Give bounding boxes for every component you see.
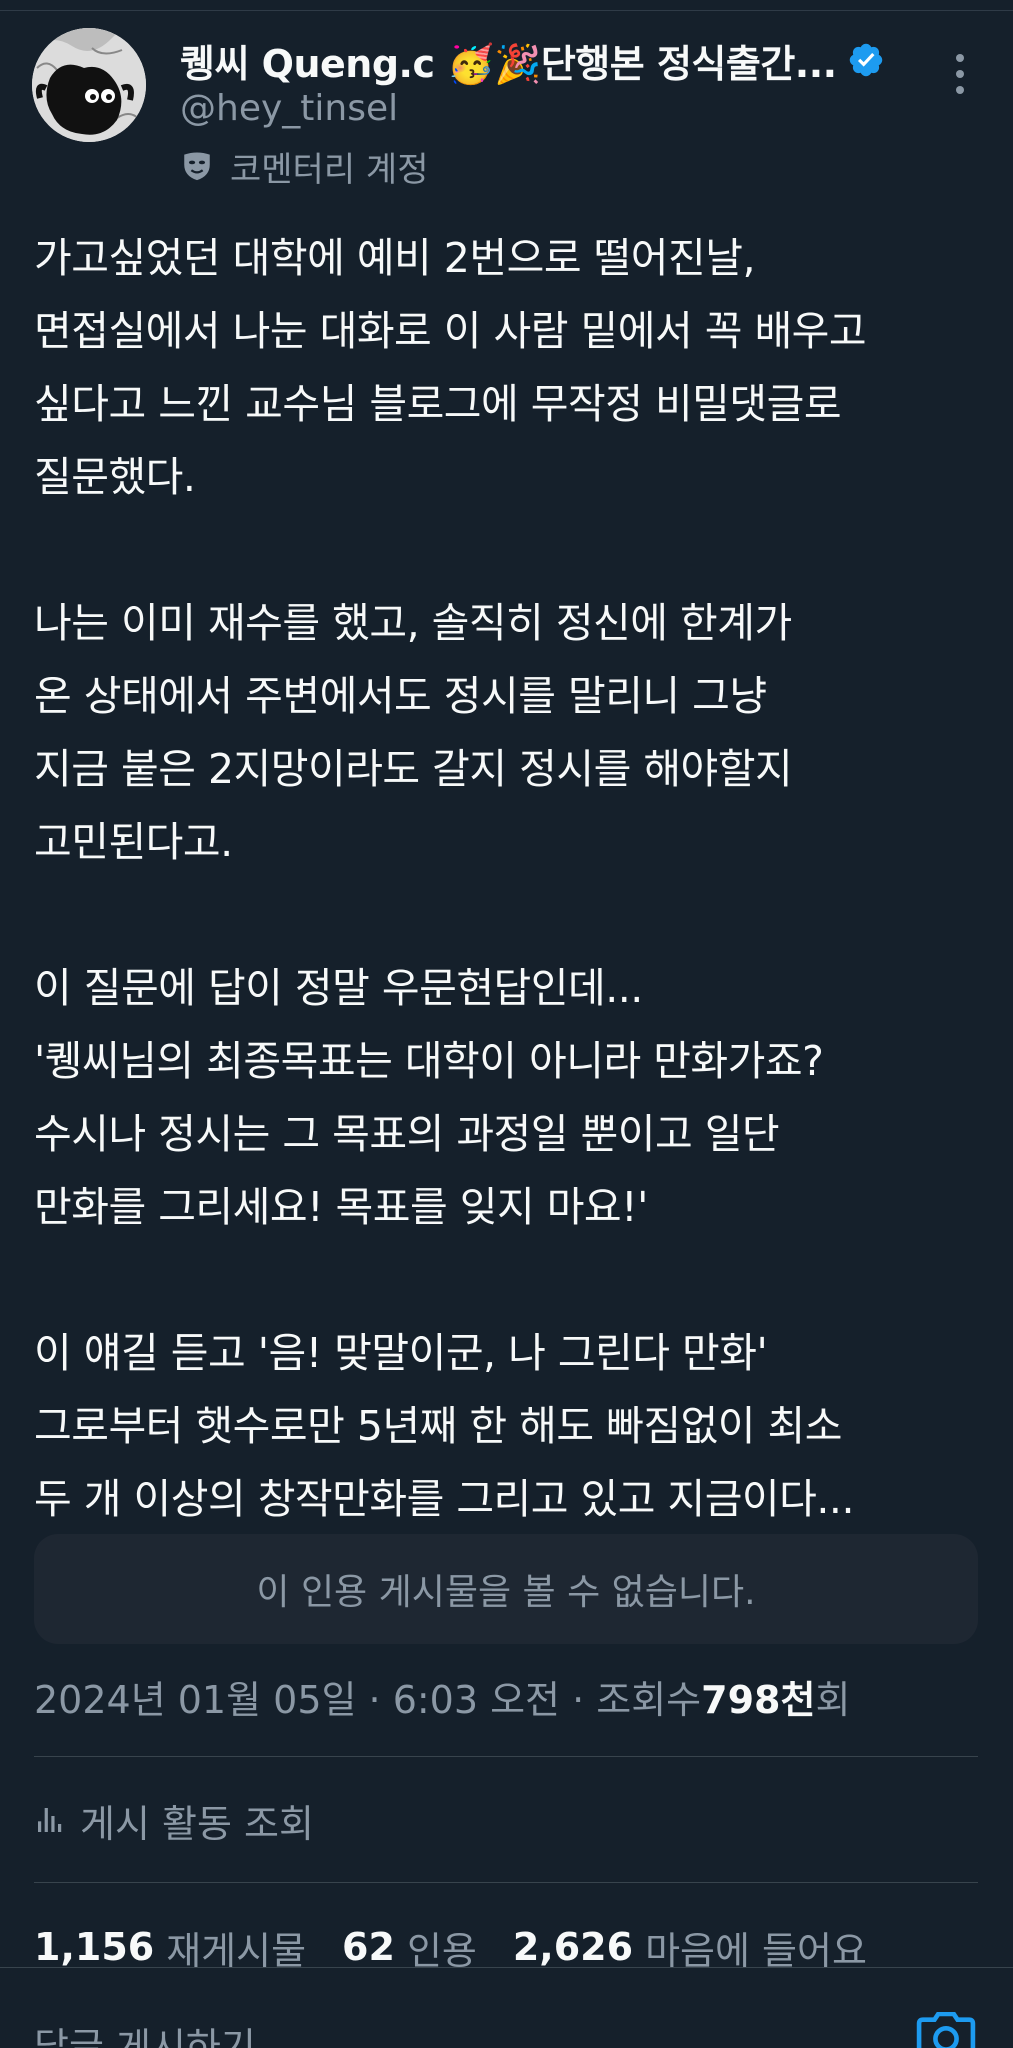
tweet-paragraph: 이 질문에 답이 정말 우문현답인데... '퀭씨님의 최종목표는 대학이 아니… [34, 952, 994, 1244]
account-label-text: 코멘터리 계정 [230, 149, 429, 190]
quote-unavailable-text: 이 인용 게시물을 볼 수 없습니다. [256, 1572, 756, 1613]
tweet-line: 나는 이미 재수를 했고, 솔직히 정신에 한계가 [34, 599, 792, 647]
commentary-account-label: 코멘터리 계정 [180, 142, 429, 190]
tweet-line: 만화를 그리세요! 목표를 잊지 마요!' [34, 1183, 648, 1231]
camera-icon[interactable] [916, 2012, 976, 2048]
view-count: 798천 [701, 1677, 816, 1722]
tweet-timestamp[interactable]: 2024년 01월 05일 · 6:03 오전 · 조회수 [34, 1669, 701, 1724]
tweet-paragraph: 나는 이미 재수를 했고, 솔직히 정신에 한계가 온 상태에서 주변에서도 정… [34, 587, 994, 879]
tweet-text: 가고싶었던 대학에 예비 2번으로 떨어진날, 면접실에서 나눈 대화로 이 사… [34, 222, 994, 1536]
tweet-line: 수시나 정시는 그 목표의 과정일 뿐이고 일단 [34, 1110, 780, 1158]
reply-bar: 답글 게시하기 [0, 1967, 1013, 2048]
tweet-line: 고민된다고. [34, 818, 233, 866]
author-display-name[interactable]: 퀭씨 Queng.c 🥳🎉단행본 정식출간... [180, 33, 837, 88]
verified-badge-icon [849, 43, 882, 77]
tweet-line: 이 질문에 답이 정말 우문현답인데... [34, 964, 643, 1012]
avatar[interactable] [32, 28, 146, 142]
author-handle[interactable]: @hey_tinsel [180, 88, 398, 129]
tweet-meta[interactable]: 2024년 01월 05일 · 6:03 오전 · 조회수 798천 회 [34, 1668, 850, 1724]
view-count-suffix: 회 [815, 1677, 851, 1722]
tweet-line: 지금 붙은 2지망이라도 갈지 정시를 해야할지 [34, 745, 793, 793]
activity-label: 게시 활동 조회 [80, 1801, 314, 1846]
tweet-paragraph: 가고싶었던 대학에 예비 2번으로 떨어진날, 면접실에서 나눈 대화로 이 사… [34, 222, 994, 514]
more-vertical-icon [956, 54, 964, 62]
reply-input[interactable]: 답글 게시하기 [34, 2016, 256, 2048]
divider [34, 1882, 978, 1883]
tweet-line: 온 상태에서 주변에서도 정시를 말리니 그냥 [34, 672, 767, 720]
mask-icon [184, 152, 210, 181]
repost-count[interactable]: 1,156 [34, 1925, 154, 1969]
like-count[interactable]: 2,626 [513, 1925, 633, 1969]
quote-count[interactable]: 62 [342, 1925, 395, 1969]
author-name-row[interactable]: 퀭씨 Queng.c 🥳🎉단행본 정식출간... [180, 30, 885, 90]
tweet-paragraph: 이 얘길 듣고 '음! 맞말이군, 나 그린다 만화' 그로부터 햇수로만 5년… [34, 1317, 994, 1536]
tweet-line: 질문했다. [34, 453, 196, 501]
tweet-line: '퀭씨님의 최종목표는 대학이 아니라 만화가죠? [34, 1037, 824, 1085]
tweet-line: 이 얘길 듣고 '음! 맞말이군, 나 그린다 만화' [34, 1329, 768, 1377]
bar-chart-icon [38, 1808, 62, 1832]
divider [34, 1756, 978, 1757]
tweet-line: 그로부터 햇수로만 5년째 한 해도 빠짐없이 최소 [34, 1402, 842, 1450]
quote-unavailable-box: 이 인용 게시물을 볼 수 없습니다. [34, 1534, 978, 1644]
tweet-line: 싶다고 느낀 교수님 블로그에 무작정 비밀댓글로 [34, 380, 842, 428]
tweet-line: 가고싶었던 대학에 예비 2번으로 떨어진날, [34, 234, 756, 282]
tweet-line: 두 개 이상의 창작만화를 그리고 있고 지금이다... [34, 1475, 854, 1523]
top-divider [0, 0, 1013, 11]
view-post-activity-button[interactable]: 게시 활동 조회 [34, 1790, 314, 1850]
tweet-line: 면접실에서 나눈 대화로 이 사람 밑에서 꼭 배우고 [34, 307, 867, 355]
more-options-button[interactable] [940, 50, 980, 98]
